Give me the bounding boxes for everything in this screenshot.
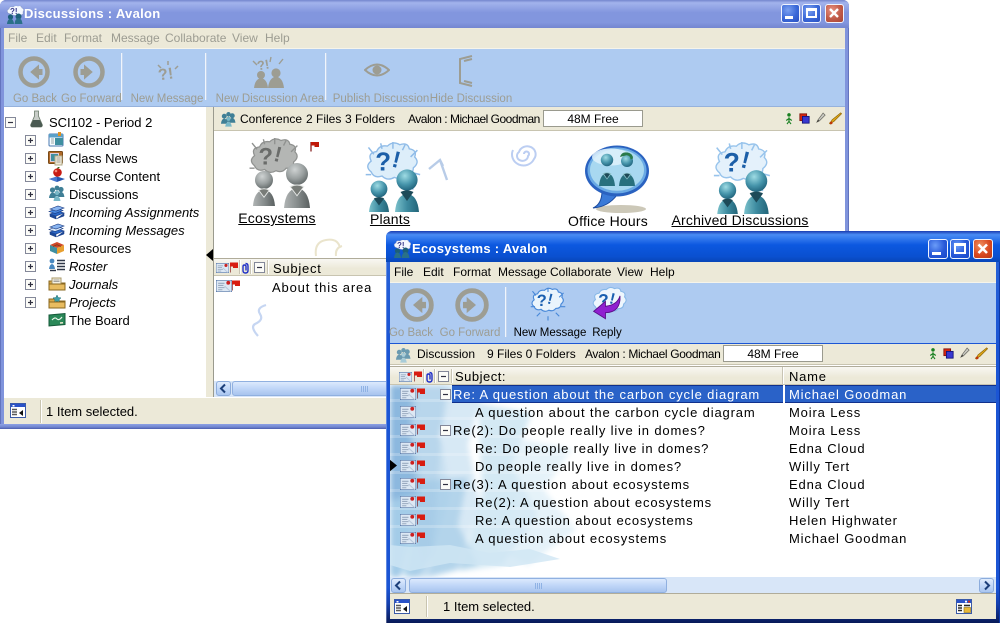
svg-text:?!: ?! — [256, 56, 271, 73]
svg-text:?!: ?! — [157, 65, 174, 84]
